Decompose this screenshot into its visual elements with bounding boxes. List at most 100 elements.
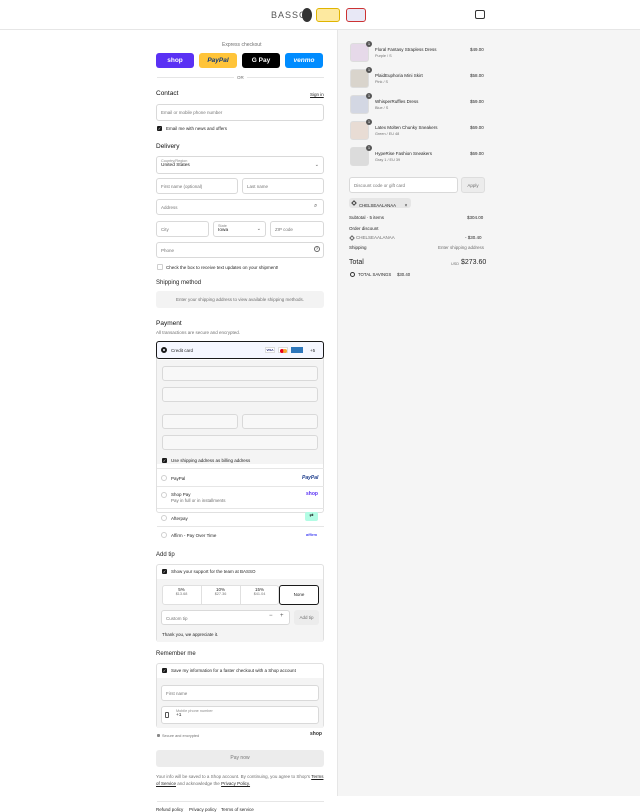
tip-option-10[interactable]: 10% $27.36: [201, 587, 240, 596]
privacy-policy-link[interactable]: Privacy Policy.: [221, 781, 250, 786]
search-icon: ⌕: [314, 203, 318, 209]
tip-option-none[interactable]: None: [279, 585, 319, 605]
total-currency: USD: [451, 262, 460, 266]
trust-badge-icon: [302, 8, 312, 22]
apply-discount-button[interactable]: Apply: [461, 177, 485, 193]
sign-in-link[interactable]: Sign in: [310, 92, 324, 97]
total-savings-label: TOTAL SAVINGS: [358, 272, 392, 277]
shop-logo-icon: shop: [306, 491, 318, 497]
email-field[interactable]: Email or mobile phone number: [156, 104, 324, 121]
mobile-phone-value: +1: [176, 713, 182, 718]
shop-logo-icon: shop: [310, 731, 322, 737]
shipping-label: Shipping: [349, 245, 367, 250]
delivery-title: Delivery: [156, 143, 180, 150]
discount-tag: CHELSEAALANAA ×: [349, 198, 412, 209]
shop-pay-radio[interactable]: [161, 492, 167, 498]
affirm-radio[interactable]: [161, 532, 167, 538]
item-name: Floral Fantasy Strapless Dress: [375, 47, 437, 52]
card-number-field[interactable]: [162, 366, 318, 381]
chevron-down-icon: ⌄: [256, 226, 261, 232]
lock-icon: [157, 734, 160, 737]
item-price: $49.00: [470, 47, 484, 52]
item-variant: Green / EU 48: [375, 132, 400, 136]
help-icon[interactable]: ?: [314, 246, 320, 252]
text-updates-label: Check the box to receive text updates on…: [166, 265, 279, 270]
country-select[interactable]: Country/Region United States ⌄: [156, 156, 324, 174]
divider: [157, 486, 324, 487]
phone-field[interactable]: Phone: [156, 242, 324, 258]
subtotal-value: $304.00: [467, 215, 484, 220]
afterpay-radio[interactable]: [161, 515, 167, 521]
item-variant: Blue / S: [375, 106, 389, 110]
tip-option-15[interactable]: 15% $41.04: [240, 587, 279, 596]
privacy-policy-footer-link[interactable]: Privacy policy: [189, 807, 217, 812]
remove-discount-icon[interactable]: ×: [404, 203, 407, 209]
total-value: $273.60: [461, 259, 487, 266]
paypal-option-label[interactable]: PayPal: [171, 476, 185, 481]
state-value: Iowa: [218, 228, 229, 233]
qty-badge: 1: [366, 145, 372, 151]
remember-first-name-field[interactable]: First name: [161, 685, 319, 701]
tip-option-5[interactable]: 5% $13.68: [162, 587, 201, 596]
zip-field[interactable]: ZIP code: [270, 221, 324, 237]
google-pay-button[interactable]: G Pay: [242, 53, 280, 68]
card-expiry-field[interactable]: [162, 414, 238, 429]
text-updates-checkbox[interactable]: [157, 264, 163, 270]
country-value: United States: [161, 163, 190, 168]
item-variant: Gray 1 / EU 39: [375, 158, 401, 162]
payment-title: Payment: [156, 320, 182, 327]
divider: [157, 526, 324, 527]
tip-checkbox[interactable]: ✓: [162, 569, 167, 574]
address-field[interactable]: Address: [156, 199, 324, 215]
afterpay-logo-icon: ⇄: [305, 512, 318, 521]
pay-now-button[interactable]: Pay now: [156, 750, 324, 767]
last-name-field[interactable]: Last name: [242, 178, 324, 194]
item-price: $69.00: [470, 125, 484, 130]
save-info-checkbox[interactable]: ✓: [162, 668, 167, 673]
legal-text-2: and acknowledge the: [177, 781, 220, 786]
more-cards-label: +5: [310, 348, 316, 353]
add-tip-button[interactable]: Add tip: [294, 610, 319, 625]
item-name: WhisperRuffles Dress: [375, 99, 419, 104]
qty-badge: 1: [366, 41, 372, 47]
affirm-logo-icon: affirm: [306, 532, 318, 537]
credit-card-label: Credit card: [171, 348, 194, 353]
mobile-phone-field[interactable]: Mobile phone number +1: [161, 706, 319, 724]
visa-icon: VISA: [265, 347, 275, 353]
shipping-badge-icon: [346, 8, 366, 22]
refund-policy-link[interactable]: Refund policy: [156, 807, 183, 812]
cart-icon[interactable]: [475, 10, 485, 19]
card-cvc-field[interactable]: [242, 414, 318, 429]
qty-badge: 1: [366, 93, 372, 99]
credit-card-radio[interactable]: [161, 347, 167, 353]
first-name-field[interactable]: First name (optional): [156, 178, 238, 194]
divider: [157, 801, 324, 802]
paypal-radio[interactable]: [161, 475, 167, 481]
shop-pay-option-label[interactable]: Shop Pay: [171, 492, 191, 497]
chevron-down-icon: ⌄: [314, 162, 319, 168]
top-header: BASSO: [0, 0, 640, 30]
card-name-field[interactable]: [162, 387, 318, 402]
discount-tag-code: CHELSEAALANAA: [359, 203, 397, 208]
secure-label: Secure and encrypted: [162, 734, 200, 738]
qty-badge: 1: [366, 67, 372, 73]
city-field[interactable]: City: [156, 221, 209, 237]
minus-icon[interactable]: −: [269, 613, 273, 619]
billing-same-checkbox[interactable]: ✓: [162, 458, 167, 463]
tag-icon: [351, 200, 357, 206]
venmo-button[interactable]: venmo: [285, 53, 323, 68]
paypal-button[interactable]: PayPal: [199, 53, 237, 68]
card-holder-field[interactable]: [162, 435, 318, 450]
afterpay-option-label[interactable]: Afterpay: [171, 516, 188, 521]
discount-code-field[interactable]: Discount code or gift card: [349, 177, 458, 193]
checkout-form: Express checkout shop PayPal G Pay venmo…: [0, 30, 337, 812]
news-checkbox[interactable]: ✓: [157, 126, 162, 131]
item-price: $58.00: [470, 73, 484, 78]
plus-icon[interactable]: +: [280, 613, 284, 619]
news-label: Email me with news and offers: [166, 126, 227, 131]
tip-option-amount: $27.36: [214, 592, 227, 596]
terms-of-service-footer-link[interactable]: Terms of service: [221, 807, 254, 812]
affirm-option-label[interactable]: Affirm - Pay Over Time: [171, 533, 216, 538]
shop-pay-button[interactable]: shop: [156, 53, 194, 68]
state-select[interactable]: State Iowa ⌄: [213, 221, 266, 237]
